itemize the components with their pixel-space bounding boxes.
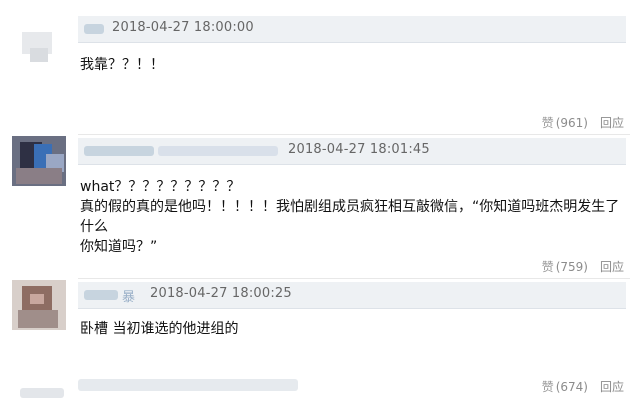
comment-text-line: 你知道吗？” [80,239,158,255]
avatar[interactable] [12,136,66,186]
like-button[interactable]: 赞 (674) [542,378,588,395]
like-count: (674) [555,379,588,394]
username-suffix [158,146,278,156]
like-button[interactable]: 赞 (759) [542,258,588,275]
thumb-up-icon: 赞 [541,116,554,130]
username-tail: 暴 [122,290,136,305]
comment-text: 我靠？？！！ [80,57,164,73]
comment-text: 卧槽 当初谁选的他进组的 [80,321,239,337]
comment-text-line: what？？？？？？？？？ [80,179,241,195]
divider [78,278,630,279]
comment-time: 2018-04-27 18:00:25 [150,286,292,301]
like-count: (961) [555,115,588,130]
comment-actions: 赞 (759) 回应 [542,258,624,275]
comment-text-line: 真的假的真的是他吗！！！！！我怕剧组成员疯狂相互敲微信，“你知道吗班杰明发生了什… [80,199,620,235]
comment-time: 2018-04-27 18:01:45 [288,142,430,157]
reply-button[interactable]: 回应 [600,378,624,395]
avatar[interactable] [12,22,66,72]
comment-text: what？？？？？？？？？ 真的假的真的是他吗！！！！！我怕剧组成员疯狂相互敲微… [80,177,620,257]
next-avatar-blur [20,388,64,398]
username[interactable] [84,290,118,300]
like-count: (759) [555,259,588,274]
thumb-up-icon: 赞 [541,380,554,394]
reply-button[interactable]: 回应 [600,114,624,131]
like-button[interactable]: 赞 (961) [542,114,588,131]
comment-header: 2018-04-27 18:01:45 [78,138,626,165]
next-comment-header-blur [78,379,298,391]
comment-actions: 赞 (961) 回应 [542,114,624,131]
username[interactable] [84,24,104,34]
thumb-up-icon: 赞 [541,260,554,274]
comment-header: 暴 2018-04-27 18:00:25 [78,282,626,309]
avatar[interactable] [12,280,66,330]
comment-actions: 赞 (674) 回应 [542,378,624,395]
reply-button[interactable]: 回应 [600,258,624,275]
username[interactable] [84,146,154,156]
comment-time: 2018-04-27 18:00:00 [112,20,254,35]
comment-header: 2018-04-27 18:00:00 [78,16,626,43]
divider [78,134,630,135]
